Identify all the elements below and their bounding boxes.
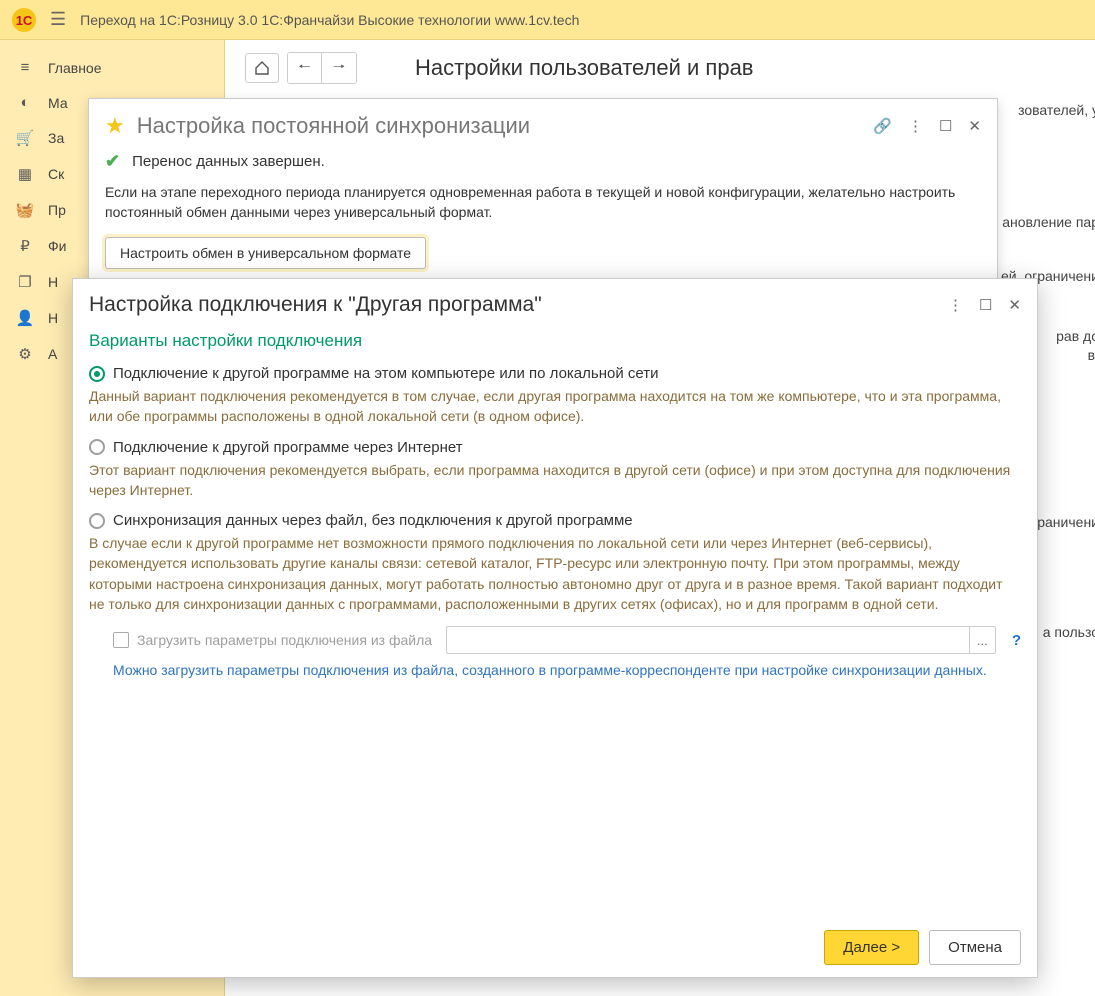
person-icon: 👤 [14, 309, 36, 327]
radio-local[interactable] [89, 366, 105, 382]
radio-label: Синхронизация данных через файл, без под… [113, 512, 633, 529]
sidebar-item-main[interactable]: ≡ Главное [0, 50, 224, 85]
load-params-checkbox[interactable] [113, 632, 129, 648]
hint-text: Можно загрузить параметры подключения из… [113, 660, 1021, 680]
connection-setup-dialog: Настройка подключения к "Другая программ… [72, 278, 1038, 978]
bg-text: а пользо [1043, 622, 1095, 643]
dialog-title: Настройка постоянной синхронизации [137, 113, 874, 139]
info-text: Если на этапе переходного периода планир… [105, 182, 981, 223]
radio-label: Подключение к другой программе через Инт… [113, 439, 463, 456]
sidebar-label: Пр [48, 202, 66, 218]
menu-icon[interactable]: ☰ [50, 9, 66, 30]
check-icon: ✔ [105, 151, 120, 172]
basket-icon: 🧺 [14, 201, 36, 219]
sidebar-label: Главное [48, 60, 102, 76]
status-text: Перенос данных завершен. [132, 153, 325, 170]
app-title: Переход на 1С:Розницу 3.0 1С:Франчайзи В… [80, 12, 579, 28]
checkbox-label: Загрузить параметры подключения из файла [137, 632, 432, 648]
grid-icon: ▦ [14, 165, 36, 183]
list-icon: ≡ [14, 59, 36, 76]
sync-setup-dialog: ★ Настройка постоянной синхронизации 🔗 ⋮… [88, 98, 998, 286]
option-description: Этот вариант подключения рекомендуется в… [89, 460, 1021, 501]
cart-icon: 🛒 [14, 129, 36, 147]
link-icon[interactable]: 🔗 [873, 117, 892, 135]
option-description: В случае если к другой программе нет воз… [89, 533, 1021, 614]
next-button[interactable]: Далее > [824, 930, 919, 965]
bg-text: раничени [1037, 512, 1095, 533]
section-title: Варианты настройки подключения [73, 321, 1037, 355]
radio-label: Подключение к другой программе на этом к… [113, 365, 659, 382]
cancel-button[interactable]: Отмена [929, 930, 1021, 965]
radio-internet[interactable] [89, 439, 105, 455]
copy-icon: ❐ [14, 273, 36, 291]
logo-1c: 1C [10, 6, 38, 34]
browse-button[interactable]: ... [969, 627, 995, 653]
radio-file[interactable] [89, 513, 105, 529]
bg-text: рав до [1056, 326, 1095, 347]
forward-button[interactable]: 🠒 [322, 53, 356, 83]
topbar: 1C ☰ Переход на 1С:Розницу 3.0 1С:Франча… [0, 0, 1095, 40]
star-icon[interactable]: ★ [105, 113, 125, 139]
gear-icon: ⚙ [14, 345, 36, 363]
maximize-icon[interactable]: ☐ [939, 117, 952, 135]
kebab-icon[interactable]: ⋮ [948, 296, 963, 314]
dialog-title: Настройка подключения к "Другая программ… [89, 293, 948, 317]
sidebar-label: Ма [48, 95, 68, 111]
sidebar-label: За [48, 130, 64, 146]
sidebar-label: Фи [48, 238, 66, 254]
maximize-icon[interactable]: ☐ [979, 296, 992, 314]
sidebar-label: Н [48, 274, 58, 290]
option-description: Данный вариант подключения рекомендуется… [89, 386, 1021, 427]
ruble-icon: ₽ [14, 237, 36, 255]
main-toolbar: 🠐 🠒 Настройки пользователей и прав [245, 52, 1075, 84]
page-title: Настройки пользователей и прав [415, 55, 754, 81]
close-icon[interactable]: ✕ [1008, 296, 1021, 314]
bg-text: зователей, у [1018, 100, 1095, 121]
bg-text: в. [1088, 345, 1095, 366]
close-icon[interactable]: ✕ [968, 117, 981, 135]
file-path-input[interactable]: ... [446, 626, 996, 654]
kebab-icon[interactable]: ⋮ [908, 117, 923, 135]
back-button[interactable]: 🠐 [288, 53, 322, 83]
configure-exchange-button[interactable]: Настроить обмен в универсальном формате [105, 237, 426, 269]
help-icon[interactable]: ? [1012, 632, 1021, 649]
svg-text:1C: 1C [16, 13, 33, 28]
sidebar-label: Ск [48, 166, 64, 182]
sidebar-label: А [48, 346, 57, 362]
pie-icon: ◐ [14, 94, 36, 111]
sidebar-label: Н [48, 310, 58, 326]
bg-text: ановление пар [1002, 212, 1095, 233]
home-button[interactable] [245, 53, 279, 83]
